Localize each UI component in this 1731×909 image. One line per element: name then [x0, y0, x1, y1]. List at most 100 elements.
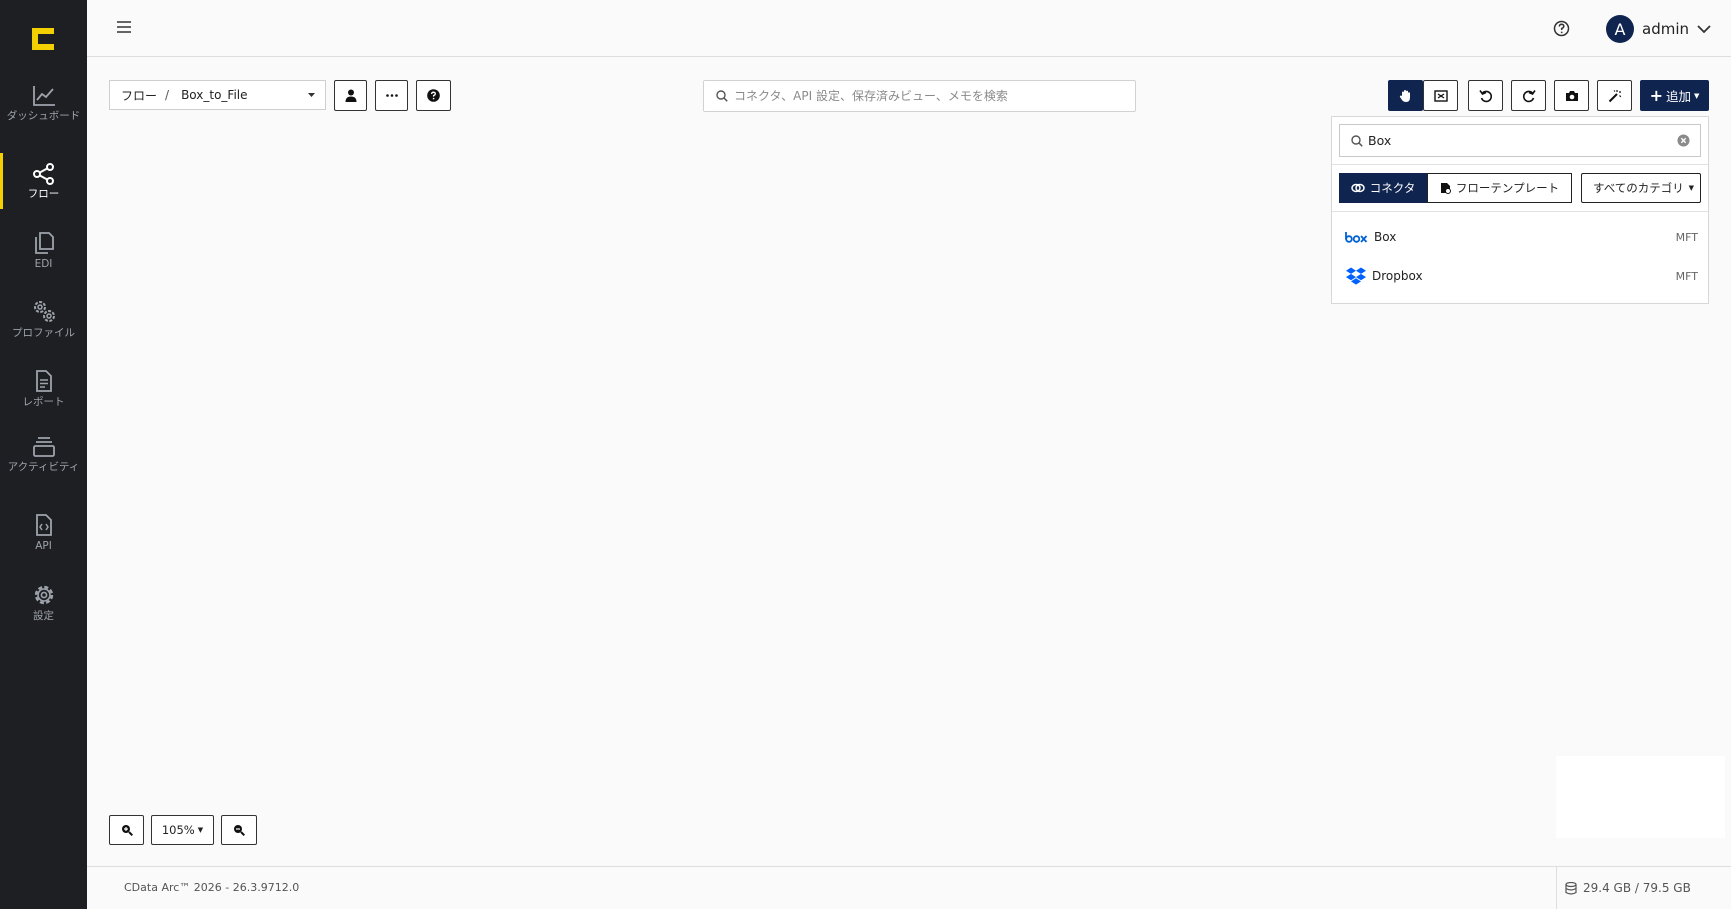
connector-search-box[interactable] [1339, 124, 1701, 157]
gears-icon [33, 301, 55, 322]
more-options-button[interactable] [375, 80, 408, 111]
redo-button[interactable] [1511, 80, 1546, 111]
plus-icon: + [1649, 86, 1663, 105]
clear-search-icon[interactable] [1677, 134, 1690, 147]
sidebar-item-label: EDI [34, 258, 53, 270]
question-circle-icon [427, 89, 440, 102]
sidebar-item-flow[interactable]: フロー [0, 153, 87, 209]
user-icon [345, 89, 356, 102]
connector-category-tag: MFT [1675, 230, 1698, 244]
divider [1332, 164, 1708, 165]
sidebar-item-label: 設定 [33, 610, 54, 622]
sidebar-item-api[interactable]: API [0, 513, 87, 552]
sidebar-item-label: アクティビティ [7, 461, 80, 473]
add-connector-panel: コネクタ フローテンプレート すべてのカテゴリ ▼ Box MFT Dropbo… [1331, 116, 1709, 304]
add-button-label: 追加 [1666, 89, 1692, 104]
connector-name: Box [1374, 230, 1397, 244]
connector-result-dropbox[interactable]: Dropbox MFT [1332, 258, 1708, 294]
layers-icon [32, 437, 55, 457]
flow-name: Box_to_File [181, 88, 248, 102]
zoom-in-button[interactable] [109, 815, 144, 845]
breadcrumb-root: フロー [121, 88, 158, 103]
zoom-out-button[interactable] [221, 815, 257, 845]
chart-line-icon [32, 86, 55, 106]
sidebar-item-label: プロファイル [12, 327, 75, 339]
cdata-logo-icon[interactable] [30, 26, 56, 52]
hand-icon [1399, 89, 1410, 102]
caret-down-icon [308, 93, 315, 97]
database-icon [1565, 881, 1577, 895]
connector-result-box[interactable]: Box MFT [1332, 219, 1708, 255]
connector-search-input[interactable] [1368, 133, 1668, 148]
sidebar-item-settings[interactable]: 設定 [0, 583, 87, 622]
help-circle-icon[interactable] [1553, 20, 1570, 37]
add-button[interactable]: + 追加 ▼ [1640, 80, 1709, 111]
undo-icon [1478, 89, 1492, 102]
storage-usage: 29.4 GB / 79.5 GB [1556, 867, 1731, 909]
tab-flow-template[interactable]: フローテンプレート [1427, 173, 1572, 203]
zoom-in-icon [121, 825, 133, 836]
flow-breadcrumb-select[interactable]: フロー / Box_to_File [109, 80, 326, 110]
sidebar: ダッシュボード フロー EDI プロファイル レポート アクティビティ API … [0, 0, 87, 909]
canvas-minimap[interactable] [1556, 756, 1725, 838]
select-mode-button[interactable] [1423, 80, 1458, 111]
top-bar: A admin [87, 0, 1731, 57]
connector-name: Dropbox [1372, 269, 1423, 283]
dropbox-logo-icon [1346, 267, 1366, 285]
breadcrumb-separator: / [165, 88, 170, 102]
divider [1332, 211, 1708, 212]
connector-category-tag: MFT [1675, 269, 1698, 283]
gear-icon [34, 585, 53, 605]
box-logo-icon [1345, 231, 1368, 243]
zoom-level-value: 105% [161, 823, 195, 837]
selection-box-icon [1433, 89, 1448, 102]
screenshot-button[interactable] [1554, 80, 1589, 111]
magic-wand-icon [1608, 89, 1621, 102]
zoom-out-icon [234, 825, 245, 836]
camera-icon [1565, 90, 1578, 101]
sidebar-item-dashboard[interactable]: ダッシュボード [0, 85, 87, 122]
caret-down-icon: ▼ [1694, 91, 1700, 100]
user-button[interactable] [334, 80, 367, 111]
tab-connector-label: コネクタ [1369, 181, 1416, 195]
version-text: CData Arc™ 2026 - 26.3.9712.0 [124, 881, 300, 894]
search-input[interactable] [734, 89, 1114, 103]
chevron-down-icon [1697, 24, 1711, 33]
undo-button[interactable] [1468, 80, 1503, 111]
redo-icon [1522, 89, 1536, 102]
hamburger-menu-icon[interactable] [117, 20, 131, 34]
link-icon [1350, 183, 1365, 193]
search-icon [1351, 134, 1363, 147]
sidebar-item-edi[interactable]: EDI [0, 231, 87, 270]
sidebar-item-profile[interactable]: プロファイル [0, 298, 87, 339]
pan-mode-button[interactable] [1388, 80, 1423, 111]
storage-usage-value: 29.4 GB / 79.5 GB [1583, 881, 1691, 895]
username: admin [1642, 20, 1689, 38]
tab-flow-template-label: フローテンプレート [1455, 181, 1560, 195]
caret-down-icon: ▼ [197, 826, 204, 834]
search-icon [716, 90, 728, 102]
file-code-icon [35, 514, 52, 536]
file-template-icon [1440, 183, 1451, 194]
caret-down-icon: ▼ [1688, 184, 1694, 192]
canvas-search-box[interactable] [703, 80, 1136, 112]
sidebar-item-report[interactable]: レポート [0, 369, 87, 408]
user-menu[interactable]: A admin [1606, 14, 1711, 44]
tab-connector[interactable]: コネクタ [1339, 173, 1427, 203]
document-lines-icon [35, 370, 52, 392]
auto-arrange-button[interactable] [1597, 80, 1632, 111]
category-select-value: すべてのカテゴリ [1593, 181, 1684, 195]
sidebar-item-label: API [35, 540, 52, 552]
sidebar-item-activity[interactable]: アクティビティ [0, 436, 87, 473]
sidebar-item-label: ダッシュボード [6, 110, 81, 122]
copy-documents-icon [34, 232, 54, 254]
footer: CData Arc™ 2026 - 26.3.9712.0 29.4 GB / … [87, 866, 1731, 909]
ellipsis-icon [385, 94, 398, 97]
share-nodes-icon [32, 163, 54, 185]
help-button[interactable] [416, 80, 451, 111]
avatar: A [1606, 15, 1634, 43]
sidebar-item-label: レポート [22, 396, 65, 408]
zoom-level-select[interactable]: 105% ▼ [151, 815, 214, 845]
sidebar-item-label: フロー [27, 188, 60, 200]
category-select[interactable]: すべてのカテゴリ ▼ [1581, 173, 1701, 203]
